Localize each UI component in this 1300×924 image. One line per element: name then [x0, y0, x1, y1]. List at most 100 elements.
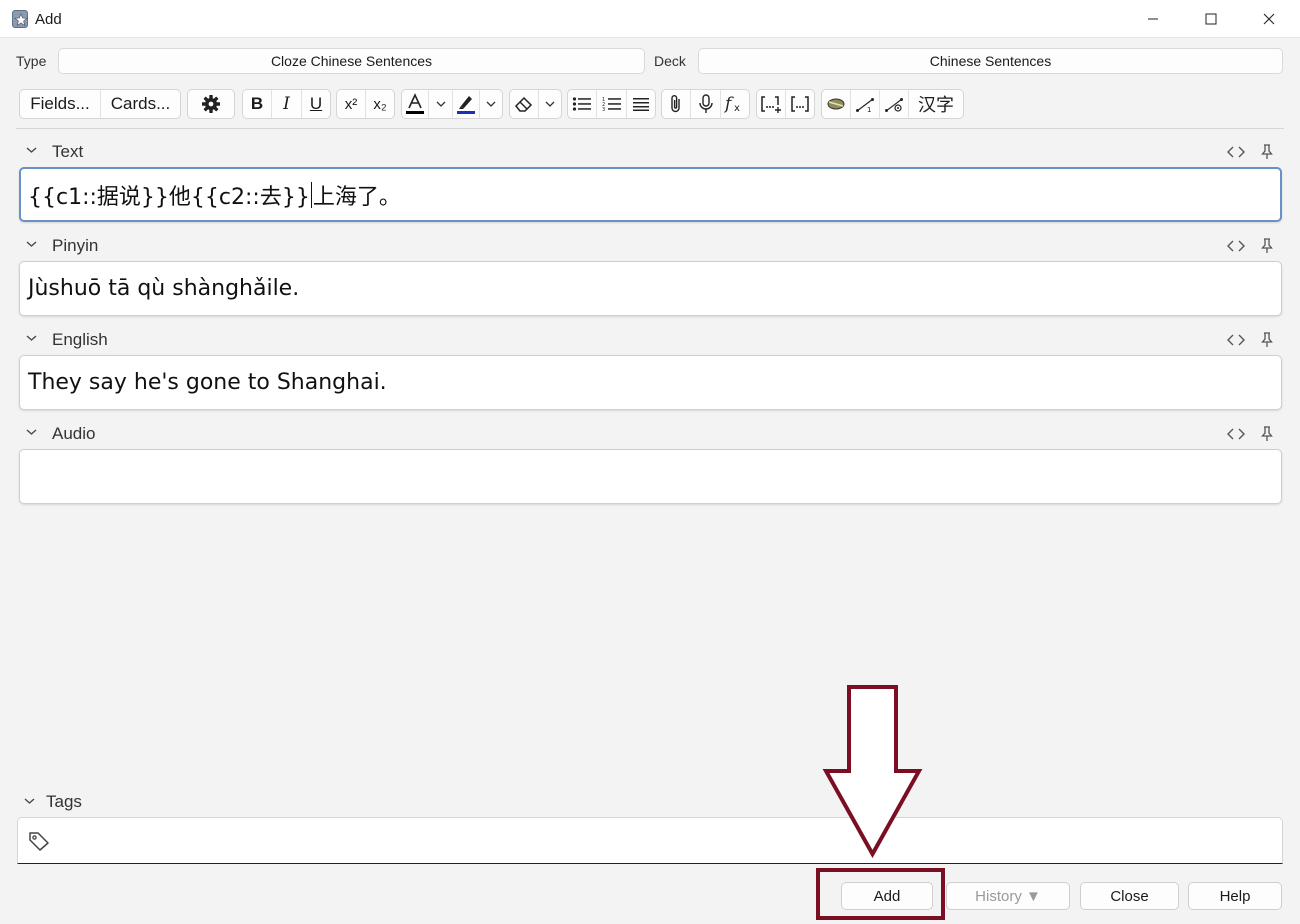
media-group: fx: [661, 89, 750, 119]
minimize-button[interactable]: [1124, 0, 1182, 38]
close-button[interactable]: Close: [1080, 882, 1179, 910]
field-label: Pinyin: [52, 236, 99, 255]
highlight-color-button[interactable]: [453, 90, 480, 118]
code-toggle-icon[interactable]: [1226, 332, 1246, 348]
justify-button[interactable]: [627, 90, 655, 118]
highlight-color-dropdown[interactable]: [480, 90, 502, 118]
title-bar: Add: [0, 0, 1300, 38]
minimize-icon: [1148, 18, 1158, 20]
text-field-editor[interactable]: {{c1::据说}}他{{c2::去}} 上海了。: [19, 167, 1282, 222]
italic-button[interactable]: I: [272, 90, 302, 118]
text-field-value-start: {{c1::据说}}他{{c2::去}}: [28, 184, 310, 210]
cloze-plus-icon: [761, 96, 781, 113]
stroke-line-icon: 1: [856, 98, 874, 113]
pin-icon[interactable]: [1260, 426, 1274, 442]
type-label: Type: [16, 53, 47, 69]
formatting-dropdown[interactable]: [539, 90, 561, 118]
chevron-down-icon[interactable]: [26, 240, 37, 248]
chevron-down-icon: [486, 101, 496, 107]
english-field-editor[interactable]: They say he's gone to Shanghai.: [19, 355, 1282, 410]
field-tools: [1226, 332, 1280, 348]
unordered-list-button[interactable]: [568, 90, 597, 118]
highlighter-icon: [457, 96, 475, 114]
text-field-value-end: 上海了。: [312, 184, 401, 210]
field-tools: [1226, 426, 1280, 442]
field-label: Audio: [52, 424, 96, 443]
inline-format-group: B I U: [242, 89, 331, 119]
pinyin-field-editor[interactable]: Jùshuō tā qù shànghǎile.: [19, 261, 1282, 316]
bold-button[interactable]: B: [243, 90, 272, 118]
cloze-icon: [791, 96, 809, 112]
note-type-chooser[interactable]: Cloze Chinese Sentences: [58, 48, 645, 74]
chevron-down-icon[interactable]: [26, 146, 37, 154]
tag-icon: [29, 832, 49, 851]
deck-chooser[interactable]: Chinese Sentences: [698, 48, 1283, 74]
tags-editor[interactable]: [17, 817, 1283, 864]
close-icon: [1263, 13, 1275, 25]
add-button-highlight: [816, 868, 945, 920]
code-toggle-icon[interactable]: [1226, 426, 1246, 442]
pill-icon: [827, 98, 845, 110]
record-audio-button[interactable]: [691, 90, 721, 118]
close-window-button[interactable]: [1240, 0, 1298, 38]
code-toggle-icon[interactable]: [1226, 238, 1246, 254]
chevron-down-icon: [436, 101, 445, 107]
maximize-icon: [1205, 13, 1217, 25]
math-button[interactable]: fx: [721, 90, 749, 118]
settings-button[interactable]: [188, 90, 234, 118]
attach-button[interactable]: [662, 90, 691, 118]
remove-formatting-button[interactable]: [510, 90, 539, 118]
audio-field-editor[interactable]: [19, 449, 1282, 504]
subscript-button[interactable]: x₂: [366, 90, 394, 118]
underline-button[interactable]: U: [302, 90, 330, 118]
history-button[interactable]: History ▼: [946, 882, 1070, 910]
paperclip-icon: [671, 95, 680, 113]
text-color-button[interactable]: [402, 90, 429, 118]
chevron-down-icon[interactable]: [24, 797, 35, 805]
chevron-down-icon: [545, 101, 555, 107]
down-arrow-annotation: [822, 685, 923, 858]
pin-icon[interactable]: [1260, 144, 1274, 160]
hanzi-button[interactable]: 汉字: [909, 90, 963, 118]
field-label: Text: [52, 142, 84, 161]
field-label: English: [52, 330, 108, 349]
help-button[interactable]: Help: [1188, 882, 1282, 910]
list-group: 123: [567, 89, 656, 119]
pin-icon[interactable]: [1260, 332, 1274, 348]
field-header-pinyin: Pinyin: [18, 236, 1284, 256]
field-header-audio: Audio: [18, 424, 1284, 444]
code-toggle-icon[interactable]: [1226, 144, 1246, 160]
addon-stroke-gear-button[interactable]: [880, 90, 909, 118]
cloze-new-button[interactable]: [757, 90, 786, 118]
deck-label: Deck: [654, 53, 686, 69]
window-title: Add: [35, 11, 62, 28]
anki-star-icon: [12, 10, 28, 28]
svg-text:1: 1: [867, 106, 871, 113]
cards-button[interactable]: Cards...: [101, 90, 180, 118]
field-tools: [1226, 238, 1280, 254]
svg-text:3: 3: [602, 107, 605, 112]
superscript-button[interactable]: x²: [337, 90, 366, 118]
chevron-down-icon[interactable]: [26, 334, 37, 342]
settings-group: [187, 89, 235, 119]
svg-text:x: x: [734, 103, 740, 114]
eraser-group: [509, 89, 562, 119]
toolbar-divider: [16, 128, 1284, 129]
fields-button[interactable]: Fields...: [20, 90, 101, 118]
addon-stroke-button[interactable]: 1: [851, 90, 880, 118]
notetype-button-group: Fields... Cards...: [19, 89, 181, 119]
svg-text:f: f: [724, 94, 734, 114]
cloze-same-button[interactable]: [786, 90, 814, 118]
field-tools: [1226, 144, 1280, 160]
function-icon: fx: [724, 94, 740, 114]
pinyin-field-value: Jùshuō tā qù shànghǎile.: [28, 276, 300, 301]
maximize-button[interactable]: [1182, 0, 1240, 38]
text-color-dropdown[interactable]: [429, 90, 453, 118]
align-justify-icon: [633, 98, 649, 111]
ordered-list-button[interactable]: 123: [597, 90, 627, 118]
chevron-down-icon[interactable]: [26, 428, 37, 436]
script-group: x² x₂: [336, 89, 395, 119]
text-color-icon: [406, 93, 424, 114]
pin-icon[interactable]: [1260, 238, 1274, 254]
addon-pill-button[interactable]: [822, 90, 851, 118]
